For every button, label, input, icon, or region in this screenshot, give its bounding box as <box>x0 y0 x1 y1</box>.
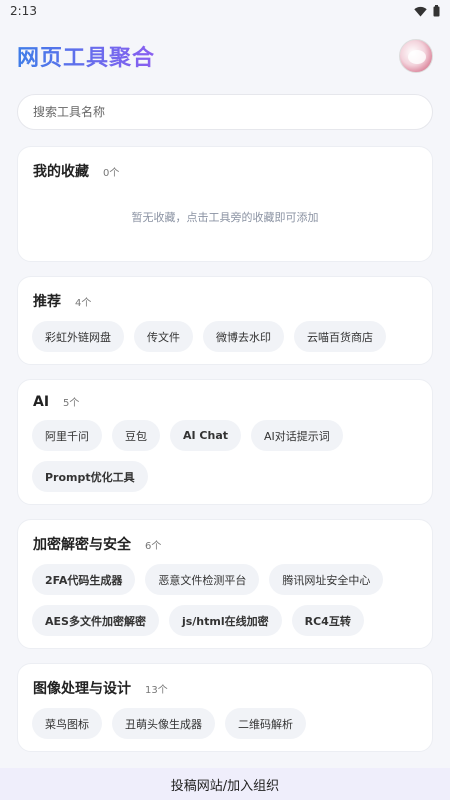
section-title: AI <box>33 394 50 410</box>
status-time: 2:13 <box>10 4 37 18</box>
section-count: 5个 <box>63 398 80 409</box>
wifi-icon <box>414 6 427 16</box>
tool-chip[interactable]: 传文件 <box>134 321 193 352</box>
battery-icon <box>433 5 440 17</box>
section-card-recommend: 推荐 4个 彩虹外链网盘 传文件 微博去水印 云喵百货商店 <box>17 276 433 365</box>
tool-chip[interactable]: 2FA代码生成器 <box>32 564 136 595</box>
footer-label: 投稿网站/加入组织 <box>170 778 280 794</box>
avatar[interactable] <box>399 39 433 73</box>
section-title: 加密解密与安全 <box>33 537 131 553</box>
search-bar[interactable] <box>17 94 433 130</box>
favorites-count: 0个 <box>103 168 120 179</box>
tool-chip-list: 彩虹外链网盘 传文件 微博去水印 云喵百货商店 <box>32 321 418 352</box>
tool-chip[interactable]: Prompt优化工具 <box>32 461 148 492</box>
tool-chip-list: 阿里千问 豆包 AI Chat AI对话提示词 Prompt优化工具 <box>32 420 418 492</box>
tool-chip[interactable]: AI Chat <box>170 420 242 451</box>
tool-chip[interactable]: 丑萌头像生成器 <box>112 708 215 739</box>
tool-chip-list: 菜鸟图标 丑萌头像生成器 二维码解析 <box>32 708 418 739</box>
section-header: AI 5个 <box>32 394 418 410</box>
status-bar: 2:13 <box>0 0 450 22</box>
tool-chip[interactable]: 菜鸟图标 <box>32 708 102 739</box>
app-title: 网页工具聚合 <box>17 40 155 72</box>
section-header: 加密解密与安全 6个 <box>32 534 418 554</box>
section-card-image: 图像处理与设计 13个 菜鸟图标 丑萌头像生成器 二维码解析 <box>17 663 433 752</box>
content: 我的收藏 0个 暂无收藏，点击工具旁的收藏即可添加 推荐 4个 彩虹外链网盘 传… <box>17 146 433 766</box>
section-card-security: 加密解密与安全 6个 2FA代码生成器 恶意文件检测平台 腾讯网址安全中心 AE… <box>17 519 433 649</box>
tool-chip[interactable]: 腾讯网址安全中心 <box>269 564 384 595</box>
tool-chip[interactable]: 云喵百货商店 <box>294 321 386 352</box>
favorites-title: 我的收藏 <box>33 164 89 180</box>
section-header: 图像处理与设计 13个 <box>32 678 418 698</box>
tool-chip-list: 2FA代码生成器 恶意文件检测平台 腾讯网址安全中心 AES多文件加密解密 js… <box>32 564 418 636</box>
section-header: 推荐 4个 <box>32 291 418 311</box>
tool-chip[interactable]: AES多文件加密解密 <box>32 605 159 636</box>
app-header: 网页工具聚合 <box>0 22 450 90</box>
tool-chip[interactable]: 彩虹外链网盘 <box>32 321 124 352</box>
tool-chip[interactable]: RC4互转 <box>291 605 364 636</box>
search-input[interactable] <box>33 105 417 119</box>
section-count: 13个 <box>145 685 168 696</box>
section-card-ai: AI 5个 阿里千问 豆包 AI Chat AI对话提示词 Prompt优化工具 <box>17 379 433 505</box>
submit-site-button[interactable]: 投稿网站/加入组织 <box>0 768 450 800</box>
section-count: 6个 <box>145 541 162 552</box>
tool-chip[interactable]: 豆包 <box>112 420 160 451</box>
tool-chip[interactable]: AI对话提示词 <box>251 420 343 451</box>
tool-chip[interactable]: 微博去水印 <box>203 321 284 352</box>
favorites-header: 我的收藏 0个 <box>32 161 418 181</box>
tool-chip[interactable]: 恶意文件检测平台 <box>145 564 260 595</box>
favorites-card: 我的收藏 0个 暂无收藏，点击工具旁的收藏即可添加 <box>17 146 433 262</box>
status-icons <box>414 5 440 17</box>
tool-chip[interactable]: 阿里千问 <box>32 420 102 451</box>
section-title: 图像处理与设计 <box>33 681 131 697</box>
tool-chip[interactable]: js/html在线加密 <box>168 605 282 636</box>
section-title: 推荐 <box>33 294 61 310</box>
favorites-empty-text: 暂无收藏，点击工具旁的收藏即可添加 <box>131 211 319 224</box>
tool-chip[interactable]: 二维码解析 <box>225 708 306 739</box>
section-count: 4个 <box>75 298 92 309</box>
